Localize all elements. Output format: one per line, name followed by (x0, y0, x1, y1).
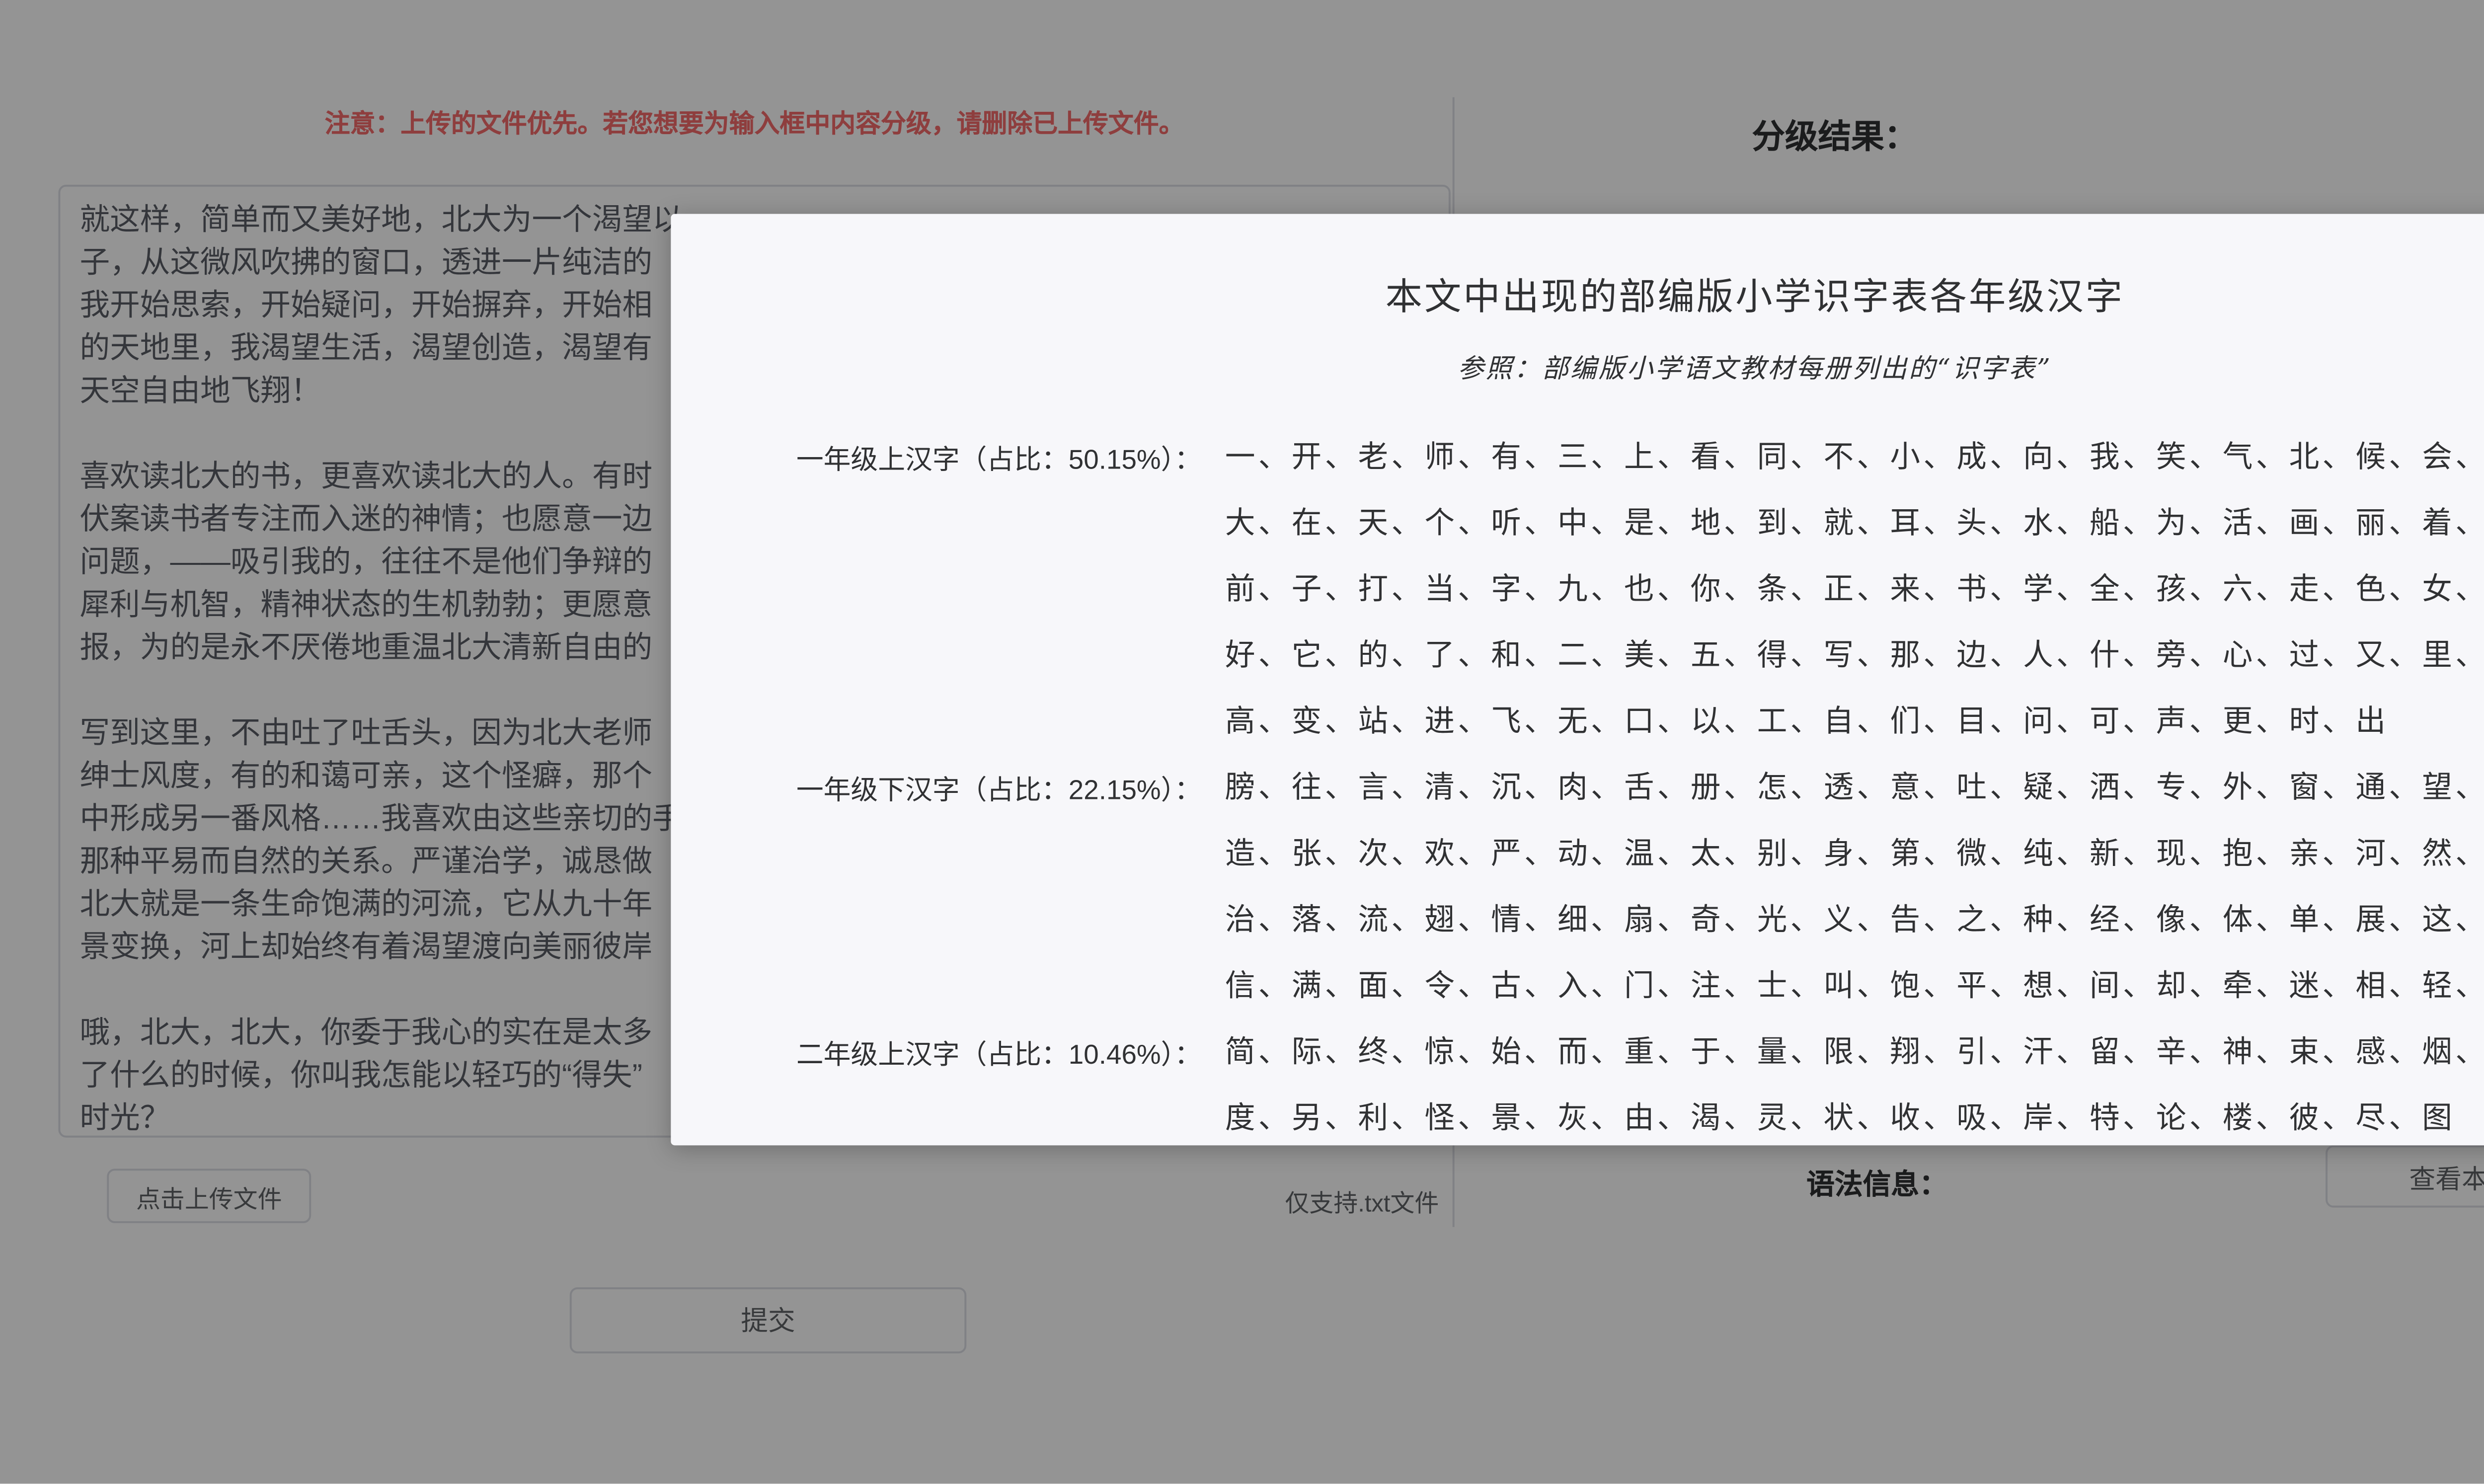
grade-section-label: 一年级上汉字（占比：50.15%）： (796, 443, 1202, 475)
grade-section-characters: 一、开、老、师、有、三、上、看、同、不、小、成、向、我、笑、气、北、候、会、多、… (1225, 441, 2484, 739)
modal-title: 本文中出现的部编版小学识字表各年级汉字 (1385, 278, 2125, 319)
grade-section-label: 一年级下汉字（占比：22.15%）： (796, 774, 1202, 805)
character-table-modal: 本文中出现的部编版小学识字表各年级汉字 参照：部编版小学语文教材每册列出的“识字… (671, 214, 2484, 1146)
grade-section-characters: 膀、往、言、清、沉、肉、舌、册、怎、透、意、吐、疑、洒、专、外、窗、通、望、些、… (1225, 772, 2484, 1004)
modal-subtitle: 参照：部编版小学语文教材每册列出的“识字表” (1457, 354, 2052, 385)
app-root: 注意：上传的文件优先。若您想要为输入框中内容分级，请删除已上传文件。 分级结果：… (0, 0, 2484, 1484)
grade-section-2a: 二年级上汉字（占比：10.46%）： 简、际、终、惊、始、而、重、于、量、限、翔… (687, 1021, 2484, 1145)
grade-sections: 一年级上汉字（占比：50.15%）： 一、开、老、师、有、三、上、看、同、不、小… (671, 426, 2484, 1145)
grade-section-1a: 一年级上汉字（占比：50.15%）： 一、开、老、师、有、三、上、看、同、不、小… (687, 426, 2484, 756)
grade-section-1b: 一年级下汉字（占比：22.15%）： 膀、往、言、清、沉、肉、舌、册、怎、透、意… (687, 757, 2484, 1021)
grade-section-characters: 简、际、终、惊、始、而、重、于、量、限、翔、引、汗、留、辛、神、束、感、烟、管、… (1225, 1036, 2484, 1136)
grade-section-label: 二年级上汉字（占比：10.46%）： (796, 1038, 1202, 1070)
